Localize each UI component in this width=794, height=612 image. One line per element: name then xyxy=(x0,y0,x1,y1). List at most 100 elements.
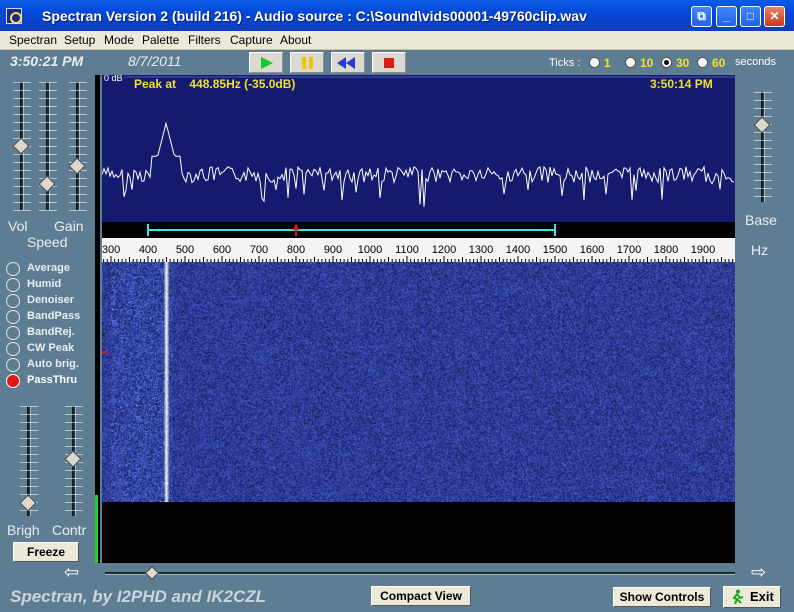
filter-radio[interactable] xyxy=(6,358,20,372)
pause-button[interactable] xyxy=(290,52,324,73)
waterfall-display[interactable] xyxy=(102,262,735,502)
speed-slider-tick xyxy=(39,146,57,147)
brigh-slider-tick xyxy=(20,438,38,439)
contr-slider-thumb[interactable] xyxy=(64,450,82,468)
base-slider-tick xyxy=(754,180,772,181)
filter-label: Denoiser xyxy=(27,294,75,306)
gain-slider-thumb[interactable] xyxy=(68,157,86,175)
base-slider-thumb[interactable] xyxy=(753,116,771,134)
gain-slider-tick xyxy=(69,194,87,195)
vol-slider-tick xyxy=(13,114,31,115)
freq-tick-label: 1800 xyxy=(654,244,678,256)
menu-bar: Spectran Setup Mode Palette Filters Capt… xyxy=(0,31,794,50)
spectrum-trace xyxy=(102,121,735,207)
filter-denoiser[interactable]: Denoiser xyxy=(6,293,96,309)
base-label: Base xyxy=(745,212,777,228)
base-slider-tick xyxy=(754,108,772,109)
vol-slider-tick xyxy=(13,170,31,171)
spectrum-time: 3:50:14 PM xyxy=(650,77,713,91)
speed-slider-tick xyxy=(39,90,57,91)
filter-radio[interactable] xyxy=(6,326,20,340)
play-button[interactable] xyxy=(249,52,283,73)
speed-slider-tick xyxy=(39,154,57,155)
level-meter xyxy=(95,75,100,563)
filter-radio[interactable] xyxy=(6,342,20,356)
minimize-button[interactable]: _ xyxy=(716,6,737,27)
play-icon xyxy=(261,57,273,69)
close-button[interactable]: ✕ xyxy=(764,6,785,27)
brigh-slider-tick xyxy=(20,414,38,415)
vol-slider-thumb[interactable] xyxy=(12,137,30,155)
ticks-radio-1[interactable] xyxy=(589,57,600,68)
filter-humid[interactable]: Humid xyxy=(6,277,96,293)
speed-slider-tick xyxy=(39,162,57,163)
show-controls-button[interactable]: Show Controls xyxy=(613,587,711,607)
restore-icon[interactable]: ⧉ xyxy=(691,6,712,27)
speed-slider-tick xyxy=(39,106,57,107)
freq-tick-label: 1200 xyxy=(432,244,456,256)
filter-passthru[interactable]: PassThru xyxy=(6,373,96,389)
exit-button[interactable]: Exit xyxy=(723,586,781,608)
gain-slider-tick xyxy=(69,114,87,115)
ticks-value-10: 10 xyxy=(640,56,654,70)
contr-label: Contr xyxy=(52,522,87,538)
filter-radio[interactable] xyxy=(6,278,20,292)
spectrum-display[interactable]: 0 dB-10-20-30-40-50-60-70-80-90 Peak at … xyxy=(102,75,735,222)
level-meter-fill xyxy=(95,495,98,563)
filter-label: Humid xyxy=(27,278,62,290)
freq-tick-label: 900 xyxy=(324,244,342,256)
filter-auto-brig[interactable]: Auto brig. xyxy=(6,357,96,373)
gain-slider-tick xyxy=(69,130,87,131)
rewind-icon-2 xyxy=(346,57,355,69)
horizontal-slider-thumb[interactable] xyxy=(144,565,160,581)
menu-setup[interactable]: Setup xyxy=(64,33,95,47)
freeze-button[interactable]: Freeze xyxy=(13,542,79,562)
ticks-radio-10[interactable] xyxy=(625,57,636,68)
menu-capture[interactable]: Capture xyxy=(230,33,273,47)
vol-slider-tick xyxy=(13,178,31,179)
freq-tick-label: 1600 xyxy=(580,244,604,256)
filter-radio[interactable] xyxy=(6,310,20,324)
compact-view-button[interactable]: Compact View xyxy=(371,586,471,606)
frequency-scale[interactable]: 300 400 500 600 700 800 900 1000 1100 1200 1300 140… xyxy=(102,238,735,262)
brigh-slider-thumb[interactable] xyxy=(19,494,37,512)
maximize-button[interactable]: □ xyxy=(740,6,761,27)
filter-radio[interactable] xyxy=(6,262,20,276)
ticks-radio-30[interactable] xyxy=(661,57,672,68)
app-icon[interactable] xyxy=(6,8,22,24)
filter-radio[interactable] xyxy=(6,294,20,308)
scroll-left-icon[interactable]: ⇦ xyxy=(64,562,79,583)
filter-bandpass[interactable]: BandPass xyxy=(6,309,96,325)
freq-tick-label: 1500 xyxy=(543,244,567,256)
base-slider-tick xyxy=(754,172,772,173)
contr-slider-tick xyxy=(65,470,83,471)
gain-slider-tick xyxy=(69,186,87,187)
menu-palette[interactable]: Palette xyxy=(142,33,179,47)
speed-slider-tick xyxy=(39,130,57,131)
filter-radio[interactable] xyxy=(6,374,20,388)
menu-about[interactable]: About xyxy=(280,33,311,47)
passband-markers xyxy=(147,223,556,236)
base-slider-tick xyxy=(754,196,772,197)
menu-filters[interactable]: Filters xyxy=(188,33,221,47)
filter-label: CW Peak xyxy=(27,342,75,354)
ticks-radio-60[interactable] xyxy=(697,57,708,68)
filter-cw-peak[interactable]: CW Peak xyxy=(6,341,96,357)
vol-slider-tick xyxy=(13,98,31,99)
rewind-button[interactable] xyxy=(331,52,365,73)
stop-button[interactable] xyxy=(372,52,406,73)
freq-tick-label: 400 xyxy=(139,244,157,256)
vol-slider-tick xyxy=(13,210,31,211)
center-marker[interactable] xyxy=(293,223,299,230)
horizontal-slider-track[interactable] xyxy=(105,572,735,575)
freq-tick-label: 300 xyxy=(102,244,120,256)
menu-spectran[interactable]: Spectran xyxy=(9,33,57,47)
menu-mode[interactable]: Mode xyxy=(104,33,134,47)
filter-bandrej[interactable]: BandRej. xyxy=(6,325,96,341)
filter-average[interactable]: Average xyxy=(6,261,96,277)
passband-bar[interactable] xyxy=(102,222,735,238)
base-slider-tick xyxy=(754,188,772,189)
gain-slider-tick xyxy=(69,210,87,211)
contr-slider-tick xyxy=(65,494,83,495)
scroll-right-icon[interactable]: ⇨ xyxy=(751,562,766,583)
